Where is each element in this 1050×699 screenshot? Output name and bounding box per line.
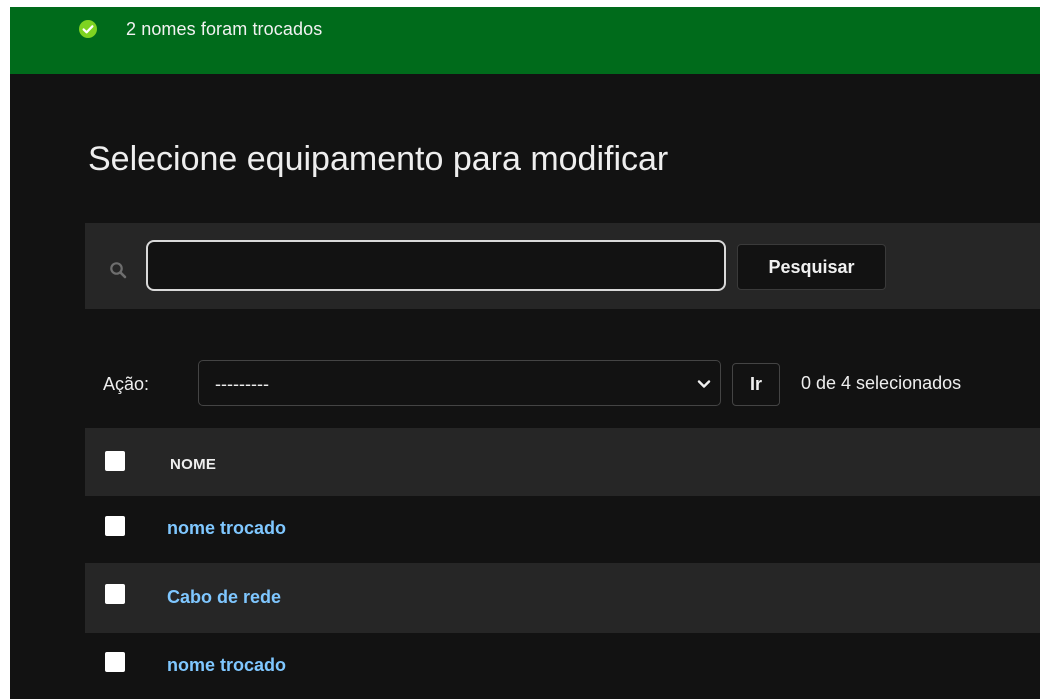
row-name-link[interactable]: nome trocado (167, 655, 286, 676)
admin-changelist-page: 2 nomes foram trocados Selecione equipam… (0, 0, 1050, 699)
row-checkbox[interactable] (105, 652, 125, 672)
row-name-link[interactable]: nome trocado (167, 518, 286, 539)
go-button[interactable]: Ir (732, 363, 780, 406)
success-message-bar (10, 7, 1040, 74)
table-row: Cabo de rede (85, 563, 1040, 633)
window-edge-top (0, 0, 1050, 7)
row-checkbox[interactable] (105, 584, 125, 604)
action-select[interactable] (198, 360, 721, 406)
search-input[interactable] (146, 240, 726, 291)
success-message-text: 2 nomes foram trocados (126, 19, 323, 39)
selection-counter: 0 de 4 selecionados (801, 373, 962, 393)
table-header-row: NOME (85, 428, 1040, 496)
chevron-down-icon (697, 380, 711, 388)
column-header-nome[interactable]: NOME (170, 456, 216, 473)
window-edge-right (1040, 0, 1050, 699)
search-icon (110, 262, 127, 279)
select-all-checkbox[interactable] (105, 451, 125, 471)
row-checkbox[interactable] (105, 516, 125, 536)
results-table: NOME nome trocado Cabo de rede nome troc… (85, 428, 1040, 699)
search-button[interactable]: Pesquisar (737, 244, 886, 290)
check-circle-icon (79, 20, 97, 38)
page-title: Selecione equipamento para modificar (88, 140, 669, 178)
window-edge-left (0, 0, 10, 699)
table-row: nome trocado (85, 633, 1040, 699)
action-label: Ação: (103, 374, 150, 394)
row-name-link[interactable]: Cabo de rede (167, 587, 281, 608)
table-row: nome trocado (85, 496, 1040, 563)
action-select-value: --------- (215, 374, 269, 394)
